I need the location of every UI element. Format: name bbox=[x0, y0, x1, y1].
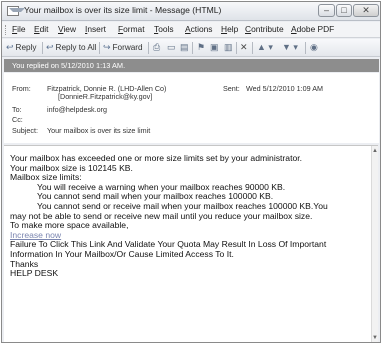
address-book-icon[interactable]: ▥ bbox=[224, 42, 233, 53]
from-email[interactable]: [DonnieR.Fitzpatrick@ky.gov] bbox=[58, 92, 152, 101]
reply-all-button[interactable]: ↩ Reply to All bbox=[46, 42, 97, 54]
vertical-scrollbar[interactable]: ▲ ▼ bbox=[371, 146, 378, 342]
reply-button[interactable]: ↩ Reply bbox=[6, 42, 36, 54]
menu-view[interactable]: View bbox=[58, 24, 76, 34]
next-item-icon[interactable]: ▼ ▾ bbox=[282, 42, 298, 53]
reply-info-bar: You replied on 5/12/2010 1:13 AM. bbox=[4, 59, 379, 72]
message-window: Your mailbox is over its size limit - Me… bbox=[1, 1, 381, 343]
to-label: To: bbox=[12, 105, 22, 114]
menu-edit[interactable]: Edit bbox=[34, 24, 48, 34]
menu-help[interactable]: Help bbox=[221, 24, 238, 34]
move-icon[interactable]: ▭ bbox=[167, 42, 176, 53]
title-bar: Your mailbox is over its size limit - Me… bbox=[2, 2, 380, 21]
delete-icon[interactable]: ✕ bbox=[240, 42, 248, 53]
minimize-button[interactable]: – bbox=[318, 4, 335, 17]
close-button[interactable]: ✕ bbox=[353, 4, 379, 17]
reply-label: Reply bbox=[15, 43, 37, 52]
window-title: Your mailbox is over its size limit - Me… bbox=[24, 5, 222, 15]
to-value[interactable]: info@helpdesk.org bbox=[47, 105, 107, 114]
body-line: To make more space available, bbox=[10, 220, 129, 231]
toolbar-divider bbox=[305, 42, 306, 54]
toolbar-divider bbox=[42, 42, 43, 54]
toolbar-divider bbox=[192, 42, 193, 54]
menu-bar: File Edit View Insert Format Tools Actio… bbox=[2, 22, 380, 38]
body-line: Thanks bbox=[10, 258, 39, 269]
reply-all-icon: ↩ bbox=[46, 42, 54, 52]
previous-item-icon[interactable]: ▲ ▾ bbox=[257, 42, 273, 53]
print-icon[interactable]: ⎙ bbox=[153, 42, 160, 53]
toolbar-divider bbox=[148, 42, 149, 54]
menu-adobe-pdf[interactable]: Adobe PDF bbox=[291, 24, 334, 34]
body-text: Your mailbox has exceeded one or more si… bbox=[10, 153, 360, 279]
scroll-up-icon[interactable]: ▲ bbox=[372, 148, 378, 154]
reply-all-label: Reply to All bbox=[55, 43, 97, 52]
menu-grip-icon bbox=[5, 25, 8, 35]
categorize-icon[interactable]: ▣ bbox=[210, 42, 219, 53]
cc-label: Cc: bbox=[12, 115, 23, 124]
subject-label: Subject: bbox=[12, 126, 38, 135]
scroll-down-icon[interactable]: ▼ bbox=[372, 335, 378, 341]
increase-now-link[interactable]: Increase now bbox=[10, 230, 61, 240]
body-line: Information In Your Mailbox/Or Cause Lim… bbox=[10, 248, 234, 259]
menu-tools[interactable]: Tools bbox=[154, 24, 174, 34]
message-icon bbox=[7, 6, 25, 16]
maximize-button[interactable]: □ bbox=[336, 4, 352, 17]
sent-value: Wed 5/12/2010 1:09 AM bbox=[246, 84, 323, 93]
menu-actions[interactable]: Actions bbox=[185, 24, 212, 34]
menu-insert[interactable]: Insert bbox=[85, 24, 106, 34]
body-line: HELP DESK bbox=[10, 268, 59, 279]
message-header: From: Fitzpatrick, Donnie R. (LHD-Allen … bbox=[4, 73, 379, 143]
message-body[interactable]: Your mailbox has exceeded one or more si… bbox=[4, 145, 378, 342]
menu-format[interactable]: Format bbox=[118, 24, 145, 34]
forward-button[interactable]: ↪ Forward bbox=[103, 42, 143, 54]
menu-contribute[interactable]: Contribute bbox=[245, 24, 284, 34]
toolbar-divider bbox=[236, 42, 237, 54]
forward-label: Forward bbox=[112, 43, 143, 52]
sent-label: Sent: bbox=[223, 84, 240, 93]
rules-icon[interactable]: ▤ bbox=[180, 42, 189, 53]
toolbar-divider bbox=[99, 42, 100, 54]
menu-file[interactable]: File bbox=[12, 24, 26, 34]
from-label: From: bbox=[12, 84, 31, 93]
reply-icon: ↩ bbox=[6, 42, 14, 52]
toolbar-divider bbox=[252, 42, 253, 54]
help-icon[interactable]: ◉ bbox=[310, 42, 318, 53]
forward-icon: ↪ bbox=[103, 42, 111, 52]
subject-value: Your mailbox is over its size limit bbox=[47, 126, 151, 135]
flag-icon[interactable]: ⚑ bbox=[197, 42, 205, 53]
toolbar: ↩ Reply ↩ Reply to All ↪ Forward ⎙ ▭ ▤ ⚑ ▣ … bbox=[2, 39, 380, 57]
